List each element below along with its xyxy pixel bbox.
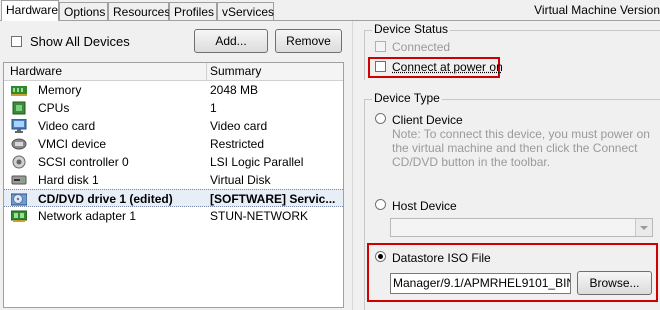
vmci-icon (11, 137, 27, 151)
hardware-name: VMCI device (38, 137, 107, 151)
tab-resources[interactable]: Resources (108, 2, 170, 20)
hardware-name: Hard disk 1 (38, 173, 99, 187)
connect-at-power-on-checkbox[interactable] (375, 61, 386, 72)
hardware-summary: Video card (210, 119, 268, 133)
table-row[interactable]: Video card Video card (4, 117, 343, 135)
show-all-devices-checkbox[interactable] (11, 36, 22, 47)
connected-label: Connected (392, 40, 451, 54)
datastore-iso-radio[interactable] (375, 251, 386, 262)
browse-button[interactable]: Browse... (577, 271, 652, 295)
memory-icon (11, 83, 27, 97)
tab-options[interactable]: Options (59, 2, 108, 20)
host-device-dropdown-button[interactable] (635, 219, 652, 236)
hardware-name: Memory (38, 83, 82, 97)
network-adapter-icon (10, 209, 28, 223)
hardware-name: SCSI controller 0 (38, 155, 129, 169)
host-device-radio[interactable] (375, 199, 386, 210)
scsi-controller-icon (11, 155, 27, 169)
hardware-name: CPUs (38, 101, 70, 115)
host-device-select[interactable] (390, 218, 653, 237)
hardware-summary: LSI Logic Parallel (210, 155, 304, 169)
column-header-hardware[interactable]: Hardware (10, 64, 62, 78)
show-all-devices-label: Show All Devices (30, 34, 130, 49)
column-header-summary[interactable]: Summary (210, 64, 261, 78)
client-device-note: Note: To connect this device, you must p… (392, 127, 650, 169)
hardware-name: Video card (38, 119, 96, 133)
chevron-down-icon (640, 226, 648, 230)
datastore-iso-label: Datastore ISO File (392, 251, 491, 265)
hardware-name: Network adapter 1 (38, 209, 137, 223)
hardware-summary: 1 (210, 101, 217, 115)
column-separator[interactable] (206, 63, 207, 80)
hardware-table: Hardware Summary Memory 2048 MB CPUs 1 V… (3, 62, 344, 308)
client-device-radio[interactable] (375, 113, 386, 124)
cpu-icon (11, 101, 27, 115)
device-type-group-border-left (364, 99, 365, 310)
tab-hardware[interactable]: Hardware (1, 0, 59, 21)
hard-disk-icon (11, 173, 27, 187)
table-row-selected[interactable]: CD/DVD drive 1 (edited) [SOFTWARE] Servi… (4, 189, 343, 207)
host-device-label: Host Device (392, 199, 457, 213)
connect-at-power-on-label: Connect at power on (392, 60, 503, 74)
table-header: Hardware Summary (4, 63, 343, 81)
vm-version-label: Virtual Machine Version (534, 3, 660, 17)
device-type-title: Device Type (372, 91, 442, 105)
table-row[interactable]: Memory 2048 MB (4, 81, 343, 99)
remove-button[interactable]: Remove (275, 29, 342, 53)
hardware-summary: Virtual Disk (210, 173, 271, 187)
device-status-group-border-left (364, 30, 365, 80)
tab-profiles[interactable]: Profiles (169, 2, 217, 20)
hardware-summary: Restricted (210, 137, 265, 151)
connected-checkbox[interactable] (375, 41, 386, 52)
table-row[interactable]: CPUs 1 (4, 99, 343, 117)
hardware-name: CD/DVD drive 1 (edited) (38, 192, 173, 206)
cd-dvd-icon (10, 192, 28, 206)
monitor-icon (11, 118, 27, 133)
iso-path-field[interactable]: Manager/9.1/APMRHEL9101_BIN.iso (390, 273, 571, 294)
client-device-label: Client Device (392, 113, 463, 127)
table-row[interactable]: SCSI controller 0 LSI Logic Parallel (4, 153, 343, 171)
table-row[interactable]: VMCI device Restricted (4, 135, 343, 153)
hardware-summary: 2048 MB (210, 83, 259, 97)
panel-divider (352, 21, 353, 310)
hardware-summary: STUN-NETWORK (210, 209, 308, 223)
tab-vservices[interactable]: vServices (217, 2, 274, 20)
hardware-summary: [SOFTWARE] Servic... (210, 192, 336, 206)
table-row[interactable]: Hard disk 1 Virtual Disk (4, 171, 343, 189)
table-row[interactable]: Network adapter 1 STUN-NETWORK (4, 207, 343, 225)
add-button[interactable]: Add... (194, 29, 268, 53)
device-status-title: Device Status (372, 22, 451, 36)
